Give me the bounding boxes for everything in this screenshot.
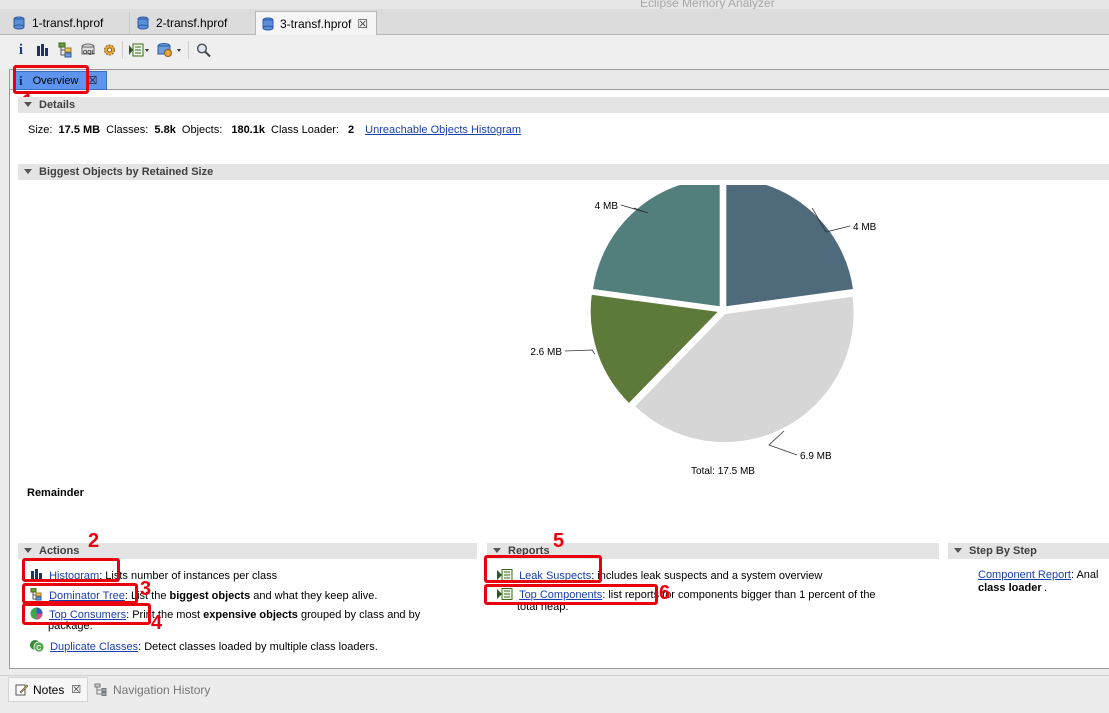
- info-icon[interactable]: i: [15, 42, 27, 58]
- pie-leader-line: [564, 349, 596, 355]
- title-bar: Eclipse Memory Analyzer: [0, 0, 1109, 9]
- run-report-icon[interactable]: [128, 42, 150, 58]
- dominator-tree-description-end: and what they keep alive.: [250, 590, 378, 602]
- annotation-number-3: 3: [140, 578, 152, 600]
- annotation-number-5: 5: [553, 530, 565, 552]
- annotation-box-4: [22, 603, 151, 625]
- classes-label: Classes:: [106, 124, 149, 136]
- biggest-objects-header[interactable]: Biggest Objects by Retained Size: [18, 164, 1109, 180]
- oql-icon[interactable]: OQL: [80, 42, 96, 58]
- top-consumers-description-end: grouped by class and by: [297, 609, 421, 621]
- action-item-duplicate-classes: C Duplicate Classes: Detect classes load…: [30, 639, 378, 653]
- annotation-box-2: [22, 558, 120, 582]
- search-icon[interactable]: [196, 42, 211, 58]
- navigation-history-icon: [94, 683, 107, 696]
- editor-tab-1[interactable]: 1-transf.hprof: [6, 12, 130, 34]
- class-loader-label: Class Loader:: [271, 124, 339, 136]
- size-value: 17.5 MB: [58, 124, 101, 136]
- annotation-box-1: [13, 65, 89, 94]
- heap-dump-icon[interactable]: [157, 42, 183, 58]
- class-loader-value: 2: [347, 124, 355, 136]
- svg-text:C: C: [36, 645, 41, 652]
- editor-tab-label: 2-transf.hprof: [156, 16, 228, 30]
- pie-slice-label: 2.6 MB: [530, 347, 562, 358]
- pie-slice-label: 4 MB: [853, 222, 877, 233]
- actions-header-label: Actions: [39, 545, 80, 557]
- objects-label: Objects:: [181, 124, 223, 136]
- window-title: Eclipse Memory Analyzer: [640, 0, 775, 9]
- collapse-triangle-icon: [954, 548, 962, 553]
- component-report-item: Component Report: Anal: [978, 569, 1098, 581]
- annotation-box-5: [484, 555, 602, 583]
- histogram-description: : Lists number of instances per class: [99, 570, 278, 582]
- details-row: Size: 17.5 MB Classes: 5.8k Objects: 180…: [28, 124, 521, 136]
- dominator-tree-bold: biggest objects: [169, 590, 251, 602]
- heap-dump-icon: [262, 17, 274, 30]
- toolbar-separator: [122, 41, 123, 59]
- notes-icon: [15, 684, 28, 696]
- biggest-objects-pie-chart[interactable]: 4 MB 6.9 MB 2.6 MB 4 MB Total: 17.5 MB: [500, 185, 900, 485]
- duplicate-classes-icon: C: [30, 640, 45, 653]
- duplicate-classes-description: : Detect classes loaded by multiple clas…: [138, 641, 378, 653]
- details-header[interactable]: Details: [18, 97, 1109, 113]
- gear-icon[interactable]: [102, 42, 117, 58]
- annotation-number-6: 6: [659, 582, 671, 604]
- pie-slice-label: 6.9 MB: [800, 451, 832, 462]
- component-report-description: : Anal: [1070, 569, 1099, 581]
- duplicate-classes-link[interactable]: Duplicate Classes: [50, 641, 138, 653]
- dominator-tree-icon[interactable]: [58, 42, 73, 58]
- overview-tab-strip: [10, 70, 1109, 90]
- editor-tab-2[interactable]: 2-transf.hprof: [131, 12, 254, 34]
- editor-tab-bar: 1-transf.hprof 2-transf.hprof 3-transf.h…: [0, 9, 1109, 35]
- collapse-triangle-icon: [24, 548, 32, 553]
- toolbar-separator: [188, 41, 189, 59]
- component-report-period: .: [1044, 582, 1048, 594]
- annotation-number-2: 2: [88, 530, 100, 552]
- remainder-label: Remainder: [27, 487, 84, 499]
- heap-dump-icon: [13, 16, 25, 30]
- collapse-triangle-icon: [24, 102, 32, 107]
- collapse-triangle-icon: [24, 169, 32, 174]
- editor-tab-3[interactable]: 3-transf.hprof ☒: [255, 11, 377, 35]
- annotation-box-6: [484, 584, 658, 605]
- bottom-area: [0, 704, 1109, 713]
- component-report-description-2: class loader: [978, 582, 1042, 594]
- top-consumers-bold: expensive objects: [203, 609, 298, 621]
- step-by-step-header[interactable]: Step By Step: [948, 543, 1109, 559]
- size-label: Size:: [28, 124, 53, 136]
- editor-tab-label: 3-transf.hprof: [280, 16, 352, 31]
- unreachable-objects-link[interactable]: Unreachable Objects Histogram: [365, 124, 521, 136]
- pie-total-label: Total: 17.5 MB: [691, 466, 755, 477]
- pie-slice-label: 4 MB: [595, 201, 619, 212]
- leak-suspects-description: : includes leak suspects and a system ov…: [591, 570, 823, 582]
- editor-tab-label: 1-transf.hprof: [32, 16, 104, 30]
- navigation-history-tab-label: Navigation History: [113, 682, 211, 697]
- histogram-icon[interactable]: [36, 42, 50, 58]
- step-by-step-header-label: Step By Step: [969, 545, 1037, 557]
- notes-tab-label: Notes: [33, 682, 65, 697]
- notes-tab[interactable]: Notes ☒: [8, 677, 88, 702]
- navigation-history-tab[interactable]: Navigation History: [92, 677, 222, 702]
- pie-slice[interactable]: [724, 185, 856, 309]
- classes-value: 5.8k: [154, 124, 176, 136]
- close-icon[interactable]: ☒: [357, 17, 368, 31]
- component-report-link[interactable]: Component Report: [978, 569, 1071, 581]
- actions-header[interactable]: Actions: [18, 543, 477, 559]
- annotation-number-4: 4: [151, 612, 163, 634]
- collapse-triangle-icon: [493, 548, 501, 553]
- svg-text:OQL: OQL: [83, 50, 96, 56]
- close-icon[interactable]: ☒: [71, 683, 81, 696]
- details-header-label: Details: [39, 99, 76, 111]
- annotation-box-3: [22, 583, 138, 604]
- heap-dump-icon: [137, 16, 149, 30]
- objects-value: 180.1k: [231, 124, 265, 136]
- biggest-objects-header-label: Biggest Objects by Retained Size: [39, 166, 214, 178]
